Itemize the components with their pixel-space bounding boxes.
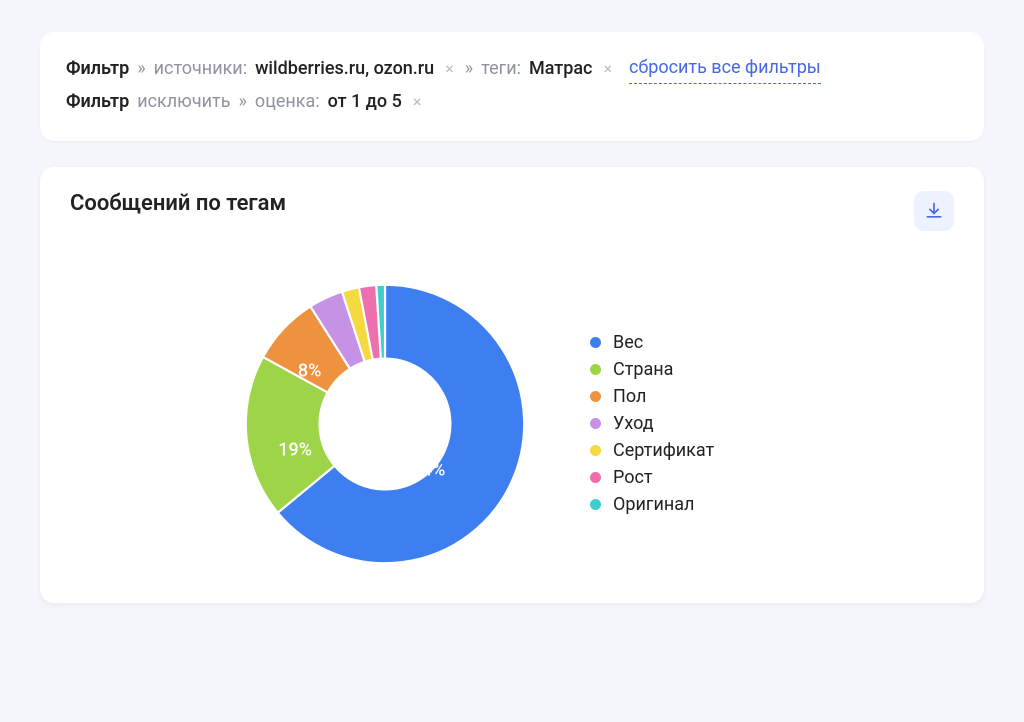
legend-label: Сертификат bbox=[613, 440, 714, 461]
legend-label: Страна bbox=[613, 359, 673, 380]
legend-swatch-icon bbox=[590, 364, 601, 375]
legend-label: Пол bbox=[613, 386, 646, 407]
legend-label: Оригинал bbox=[613, 494, 694, 515]
download-icon bbox=[924, 201, 944, 221]
legend-label: Рост bbox=[613, 467, 653, 488]
filter-arrow-icon: » bbox=[137, 55, 145, 84]
legend-swatch-icon bbox=[590, 445, 601, 456]
filter-rating-label: оценка: bbox=[255, 88, 320, 117]
filter-rating-value: от 1 до 5 bbox=[328, 88, 402, 117]
chart-card: Сообщений по тегам 64% 19% 8% Вес Страна П… bbox=[40, 167, 984, 603]
donut-chart: 64% 19% 8% bbox=[240, 279, 530, 569]
reset-filters-link[interactable]: сбросить все фильтры bbox=[629, 54, 821, 84]
legend-swatch-icon bbox=[590, 472, 601, 483]
filter-sources-value: wildberries.ru, ozon.ru bbox=[255, 55, 434, 84]
legend-item[interactable]: Страна bbox=[590, 359, 714, 380]
remove-rating-icon[interactable]: × bbox=[410, 89, 425, 115]
filter-include-title: Фильтр bbox=[66, 55, 129, 84]
legend-label: Уход bbox=[613, 413, 654, 434]
legend-item[interactable]: Оригинал bbox=[590, 494, 714, 515]
legend-swatch-icon bbox=[590, 337, 601, 348]
filter-exclude-suffix: исключить bbox=[137, 88, 230, 117]
remove-sources-icon[interactable]: × bbox=[442, 56, 457, 82]
legend-item[interactable]: Сертификат bbox=[590, 440, 714, 461]
filters-card: Фильтр » источники: wildberries.ru, ozon… bbox=[40, 32, 984, 141]
filter-arrow-icon: » bbox=[465, 55, 473, 84]
filter-arrow-icon: » bbox=[238, 88, 246, 117]
legend-item[interactable]: Пол bbox=[590, 386, 714, 407]
legend-swatch-icon bbox=[590, 418, 601, 429]
filters-include-row: Фильтр » источники: wildberries.ru, ozon… bbox=[66, 54, 958, 84]
legend-swatch-icon bbox=[590, 499, 601, 510]
chart-title: Сообщений по тегам bbox=[70, 191, 286, 216]
filter-tags-value: Матрас bbox=[529, 55, 592, 84]
remove-tags-icon[interactable]: × bbox=[600, 56, 615, 82]
legend-item[interactable]: Уход bbox=[590, 413, 714, 434]
legend-item[interactable]: Рост bbox=[590, 467, 714, 488]
filters-exclude-row: Фильтр исключить » оценка: от 1 до 5 × bbox=[66, 88, 958, 117]
legend-swatch-icon bbox=[590, 391, 601, 402]
download-button[interactable] bbox=[914, 191, 954, 231]
legend-item[interactable]: Вес bbox=[590, 332, 714, 353]
legend-label: Вес bbox=[613, 332, 643, 353]
legend: Вес Страна Пол Уход Сертификат Рост Оригинал bbox=[590, 326, 714, 521]
filter-exclude-title: Фильтр bbox=[66, 88, 129, 117]
filter-tags-label: теги: bbox=[481, 55, 521, 84]
filter-sources-label: источники: bbox=[154, 55, 247, 84]
